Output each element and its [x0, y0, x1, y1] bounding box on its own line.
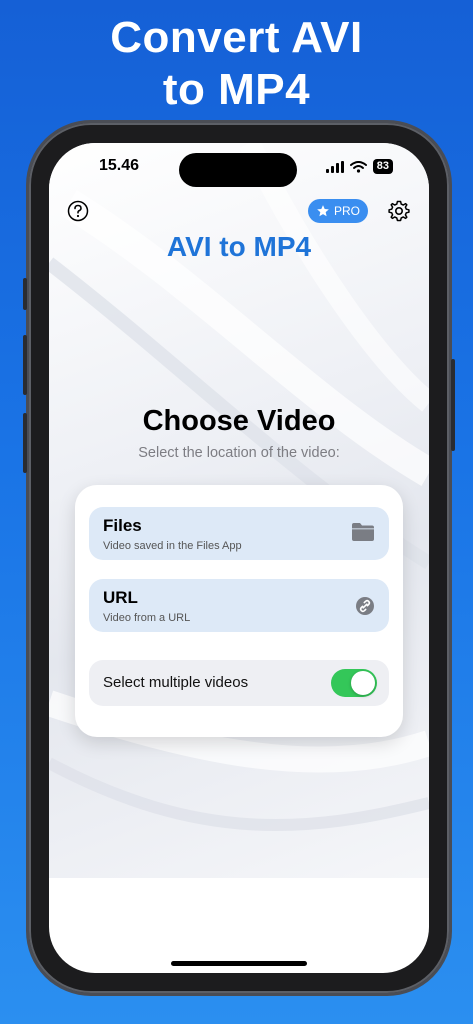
multi-select-label: Select multiple videos — [103, 674, 249, 691]
promo-headline: Convert AVI to MP4 — [0, 12, 473, 116]
choose-video-title: Choose Video — [142, 405, 336, 437]
volume-down-button — [23, 413, 27, 473]
pro-label: PRO — [333, 204, 360, 218]
help-icon[interactable] — [67, 200, 89, 222]
toggle-knob — [351, 671, 375, 695]
headline-line-2: to MP4 — [162, 65, 311, 114]
files-option-title: Files — [103, 516, 142, 535]
status-icons: 83 — [325, 159, 393, 174]
status-time: 15.46 — [99, 157, 140, 174]
wifi-icon — [349, 160, 367, 173]
power-button — [451, 359, 455, 451]
multi-select-toggle[interactable] — [331, 669, 377, 697]
mute-switch — [23, 278, 27, 310]
battery-indicator: 83 — [372, 159, 393, 174]
folder-icon — [352, 523, 374, 541]
url-option-title: URL — [103, 588, 138, 607]
multi-select-row: Select multiple videos — [89, 660, 389, 706]
files-option-subtitle: Video saved in the Files App — [103, 540, 242, 552]
pro-button[interactable]: PRO — [308, 199, 368, 223]
gear-icon[interactable] — [387, 199, 411, 223]
volume-up-button — [23, 335, 27, 395]
app-title: AVI to MP4 — [166, 231, 312, 262]
headline-line-1: Convert AVI — [110, 13, 363, 62]
files-option[interactable]: Files Video saved in the Files App — [89, 507, 389, 560]
url-option[interactable]: URL Video from a URL — [89, 579, 389, 632]
cellular-signal-icon — [325, 160, 344, 173]
dynamic-island — [179, 153, 297, 187]
choose-video-subtitle: Select the location of the video: — [138, 445, 340, 461]
home-indicator[interactable] — [171, 961, 307, 966]
source-card: Files Video saved in the Files App URL V… — [75, 485, 403, 737]
url-option-subtitle: Video from a URL — [103, 612, 191, 624]
star-icon — [317, 205, 329, 217]
phone-frame: 15.46 83 PRO AVI to MP4 Choose Video Sel… — [23, 123, 455, 993]
app-screen: 15.46 83 PRO AVI to MP4 Choose Video Sel… — [49, 143, 429, 973]
link-icon — [356, 597, 374, 615]
